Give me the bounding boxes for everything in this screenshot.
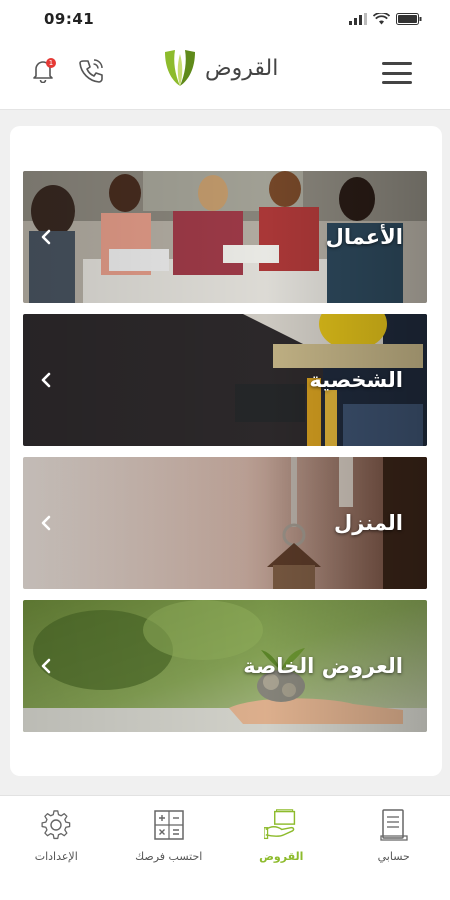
category-business[interactable]: الأعمال	[23, 171, 427, 303]
hamburger-icon-line	[382, 62, 412, 65]
header-actions: 1	[30, 56, 104, 86]
status-icons	[349, 13, 422, 25]
page-title: القروض	[205, 55, 279, 81]
wifi-icon	[373, 13, 390, 25]
category-label: الأعمال	[325, 225, 403, 249]
nav-icon-wrap	[264, 808, 298, 842]
app-header: 1 القروض	[0, 38, 450, 110]
loan-categories-card: الأعمال الشخصية المنزل العروض الخاصة	[10, 126, 442, 776]
brand-logo-icon	[165, 50, 195, 86]
signal-icon	[349, 13, 367, 25]
brand: القروض	[163, 48, 278, 88]
document-icon	[380, 809, 408, 841]
nav-label: حسابي	[377, 850, 410, 863]
nav-item-my-account[interactable]: حسابي	[344, 808, 444, 863]
nav-item-calculate-chances[interactable]: احتسب فرصك	[119, 808, 219, 863]
status-time: 09:41	[44, 10, 95, 28]
loan-hand-icon	[264, 809, 296, 840]
category-label: العروض الخاصة	[243, 654, 403, 678]
nav-label: احتسب فرصك	[135, 850, 203, 863]
hamburger-icon-line	[382, 71, 412, 75]
nav-label: القروض	[259, 850, 304, 863]
nav-label: الإعدادات	[34, 850, 78, 863]
chevron-left-icon	[41, 658, 51, 674]
category-special-offers[interactable]: العروض الخاصة	[23, 600, 427, 732]
nav-icon-wrap	[152, 808, 186, 842]
chevron-left-icon	[41, 229, 51, 245]
hamburger-icon-line	[382, 81, 412, 84]
gear-icon	[41, 810, 71, 840]
category-personal[interactable]: الشخصية	[23, 314, 427, 446]
calculator-icon	[154, 810, 184, 840]
menu-button[interactable]	[382, 62, 412, 84]
nav-icon-wrap	[39, 808, 73, 842]
bottom-navigation: حسابي القروض احتسب فرصك الإعدادات	[0, 795, 450, 900]
call-button[interactable]	[78, 56, 104, 86]
battery-icon	[396, 13, 422, 25]
category-home[interactable]: المنزل	[23, 457, 427, 589]
status-bar: 09:41	[0, 0, 450, 38]
category-label: الشخصية	[309, 368, 403, 392]
phone-icon	[79, 59, 103, 83]
nav-item-settings[interactable]: الإعدادات	[6, 808, 106, 863]
nav-item-loans[interactable]: القروض	[231, 808, 331, 863]
chevron-left-icon	[41, 515, 51, 531]
notification-badge: 1	[46, 58, 56, 68]
category-label: المنزل	[333, 511, 403, 535]
nav-icon-wrap	[377, 808, 411, 842]
notification-button[interactable]: 1	[30, 56, 56, 86]
chevron-left-icon	[41, 372, 51, 388]
